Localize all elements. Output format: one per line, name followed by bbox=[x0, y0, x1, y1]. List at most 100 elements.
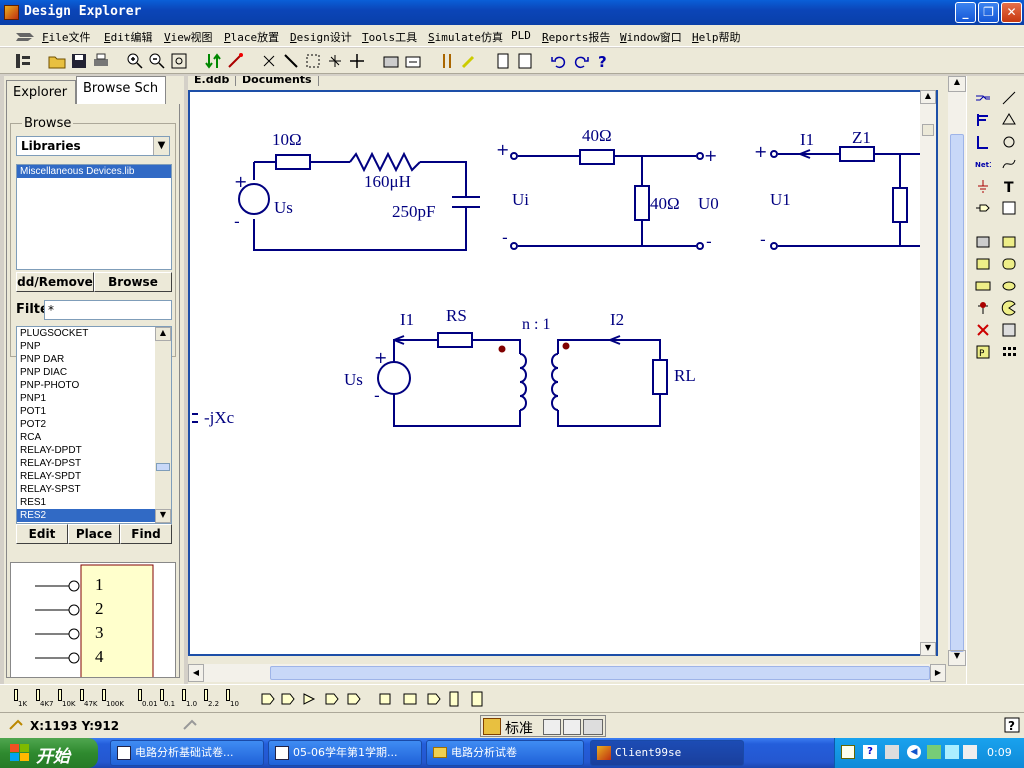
component-icon[interactable] bbox=[494, 52, 512, 70]
cut-icon[interactable] bbox=[260, 52, 278, 70]
library-icon[interactable] bbox=[382, 52, 400, 70]
menu-place[interactable]: Place放置 bbox=[224, 29, 279, 45]
ime-mode[interactable]: 标准 bbox=[505, 718, 533, 738]
doc-tab[interactable]: Documents bbox=[236, 76, 319, 86]
menu-file[interactable]: File文件 bbox=[42, 29, 91, 45]
keyboard-icon[interactable] bbox=[583, 719, 603, 735]
find-button[interactable]: Find bbox=[120, 524, 172, 544]
zoom-in-icon[interactable] bbox=[126, 52, 144, 70]
tray-network-icon[interactable] bbox=[927, 745, 941, 759]
text-icon[interactable]: T bbox=[1001, 178, 1017, 194]
moon-icon[interactable] bbox=[543, 719, 561, 735]
minimize-button[interactable]: _ bbox=[955, 2, 976, 23]
scroll-thumb[interactable] bbox=[950, 134, 964, 652]
redo-icon[interactable] bbox=[572, 52, 590, 70]
resistor-part-button[interactable]: 100K bbox=[100, 689, 124, 709]
menu-view[interactable]: View视图 bbox=[164, 29, 213, 45]
ground-icon[interactable] bbox=[975, 178, 991, 194]
print-icon[interactable] bbox=[92, 52, 110, 70]
doc-tab[interactable]: E.ddb bbox=[188, 76, 237, 86]
lib-edit-icon[interactable] bbox=[404, 52, 422, 70]
clock[interactable]: 0:09 bbox=[987, 746, 1012, 759]
resistor-part-button[interactable]: 10K bbox=[56, 689, 76, 709]
chevron-down-icon[interactable]: ▼ bbox=[153, 137, 169, 155]
component-list-item[interactable]: RELAY-DPDT bbox=[17, 444, 155, 457]
component-list-item[interactable]: RELAY-SPST bbox=[17, 483, 155, 496]
component-list-item[interactable]: RELAY-SPDT bbox=[17, 470, 155, 483]
zoom-fit-icon[interactable] bbox=[170, 52, 188, 70]
bezier-icon[interactable] bbox=[1001, 156, 1017, 172]
browse-select[interactable]: Libraries ▼ bbox=[16, 136, 170, 156]
resistor-part-button[interactable]: 1K bbox=[12, 689, 32, 709]
component-list-item[interactable]: RELAY-DPST bbox=[17, 457, 155, 470]
tray-network2-icon[interactable] bbox=[945, 745, 959, 759]
menu-help[interactable]: Help帮助 bbox=[692, 29, 741, 45]
horizontal-scrollbar[interactable]: ◀ ▶ bbox=[188, 664, 946, 682]
pcb-layout-icon[interactable]: P bbox=[975, 344, 991, 360]
component-scrollbar[interactable]: ▲ ▼ bbox=[155, 327, 171, 523]
probe-icon[interactable] bbox=[460, 52, 478, 70]
close-button[interactable]: ✕ bbox=[1001, 2, 1022, 23]
scroll-up-icon[interactable]: ▲ bbox=[920, 90, 936, 104]
no-erc-icon[interactable] bbox=[975, 322, 991, 338]
paste-icon[interactable] bbox=[282, 52, 300, 70]
undo-icon[interactable] bbox=[550, 52, 568, 70]
taskbar-item-word-1[interactable]: 电路分析基础试卷... bbox=[110, 740, 264, 766]
scroll-down-icon[interactable]: ▼ bbox=[948, 650, 966, 666]
menu-tools[interactable]: Tools工具 bbox=[362, 29, 417, 45]
save-icon[interactable] bbox=[70, 52, 88, 70]
help-icon[interactable]: ? bbox=[1004, 717, 1020, 733]
component-list-item[interactable]: PNP DIAC bbox=[17, 366, 155, 379]
text-frame-icon[interactable] bbox=[1001, 200, 1017, 216]
component-list-item[interactable]: RCA bbox=[17, 431, 155, 444]
system-menu-icon[interactable] bbox=[14, 29, 36, 43]
tool-icon[interactable] bbox=[438, 52, 456, 70]
sheet-symbol-icon[interactable] bbox=[975, 234, 991, 250]
scroll-thumb[interactable] bbox=[270, 666, 930, 680]
component-list-item[interactable]: PLUGSOCKET bbox=[17, 327, 155, 340]
sheet-entry-icon[interactable] bbox=[975, 256, 991, 272]
help-icon[interactable]: ? bbox=[594, 52, 612, 70]
polygon-icon[interactable] bbox=[1001, 112, 1017, 128]
bus-icon[interactable] bbox=[975, 112, 991, 128]
pie-icon[interactable] bbox=[1001, 300, 1017, 316]
capacitor-part-button[interactable]: 0.01 bbox=[136, 689, 158, 709]
menu-window[interactable]: Window窗口 bbox=[620, 29, 682, 45]
scroll-up-icon[interactable]: ▲ bbox=[155, 327, 171, 341]
port-icon[interactable] bbox=[975, 200, 991, 216]
component-list-item[interactable]: RES1 bbox=[17, 496, 155, 509]
start-button[interactable]: 开始 bbox=[0, 738, 98, 768]
ime-logo-icon[interactable] bbox=[483, 718, 501, 735]
scroll-right-icon[interactable]: ▶ bbox=[930, 664, 946, 682]
component-list-item[interactable]: PNP DAR bbox=[17, 353, 155, 366]
component-list-item[interactable]: PNP1 bbox=[17, 392, 155, 405]
taskbar-item-folder[interactable]: 电路分析试卷 bbox=[426, 740, 584, 766]
tray-tool-icon[interactable] bbox=[885, 745, 899, 759]
resistor-part-button[interactable]: 4K7 bbox=[34, 689, 54, 709]
component-list-item[interactable]: PNP-PHOTO bbox=[17, 379, 155, 392]
component-list-item[interactable]: PNP bbox=[17, 340, 155, 353]
menu-edit[interactable]: Edit编辑 bbox=[104, 29, 153, 45]
scroll-thumb[interactable] bbox=[922, 124, 934, 136]
taskbar-item-word-2[interactable]: 05-06学年第1学期... bbox=[268, 740, 422, 766]
deselect-icon[interactable] bbox=[326, 52, 344, 70]
move-icon[interactable] bbox=[348, 52, 366, 70]
capacitor-part-button[interactable]: 10 bbox=[224, 689, 244, 709]
sheet-icon[interactable] bbox=[516, 52, 534, 70]
ellipse-icon[interactable] bbox=[1001, 278, 1017, 294]
tray-collapse-icon[interactable]: ◀ bbox=[907, 745, 921, 759]
graphic-icon[interactable] bbox=[1001, 322, 1017, 338]
scroll-thumb[interactable] bbox=[156, 463, 170, 471]
scroll-down-icon[interactable]: ▼ bbox=[920, 642, 936, 656]
design-manager-icon[interactable] bbox=[14, 52, 32, 70]
punctuation-icon[interactable] bbox=[563, 719, 581, 735]
capacitor-part-button[interactable]: 1.0 bbox=[180, 689, 200, 709]
add-remove-button[interactable]: dd/Remove bbox=[16, 272, 94, 292]
library-item[interactable]: Miscellaneous Devices.lib bbox=[17, 165, 171, 178]
rectangle-icon[interactable] bbox=[1001, 234, 1017, 250]
schematic-canvas[interactable]: 10Ω 160μH 250pF Us + - 40Ω 40Ω Ui U0 + +… bbox=[188, 90, 938, 656]
tab-explorer[interactable]: Explorer bbox=[6, 80, 76, 104]
array-icon[interactable] bbox=[1001, 344, 1017, 360]
app-icon[interactable] bbox=[4, 5, 19, 20]
outer-vertical-scrollbar[interactable]: ▲ ▼ bbox=[948, 76, 966, 666]
